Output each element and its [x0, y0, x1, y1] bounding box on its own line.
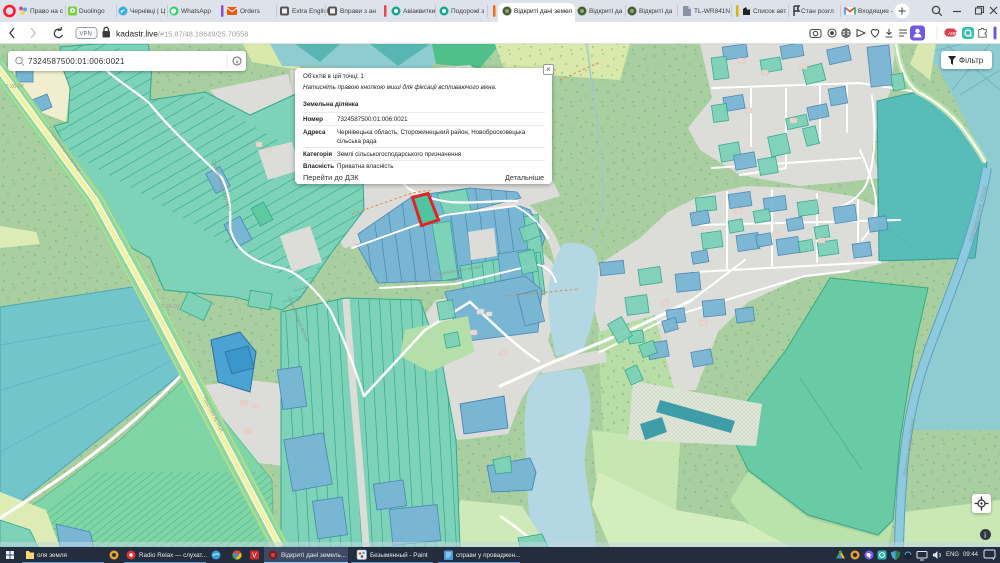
svg-text:V: V [252, 553, 257, 560]
svg-text:7-26-07: 7-26-07 [161, 304, 180, 310]
svg-text:kadastr.live/#15.87/48.18649/2: kadastr.live/#15.87/48.18649/25.70558 [116, 29, 248, 39]
svg-text:ABP: ABP [948, 31, 957, 36]
svg-text:7-26-07: 7-26-07 [5, 84, 24, 90]
svg-text:VPN: VPN [80, 32, 92, 38]
